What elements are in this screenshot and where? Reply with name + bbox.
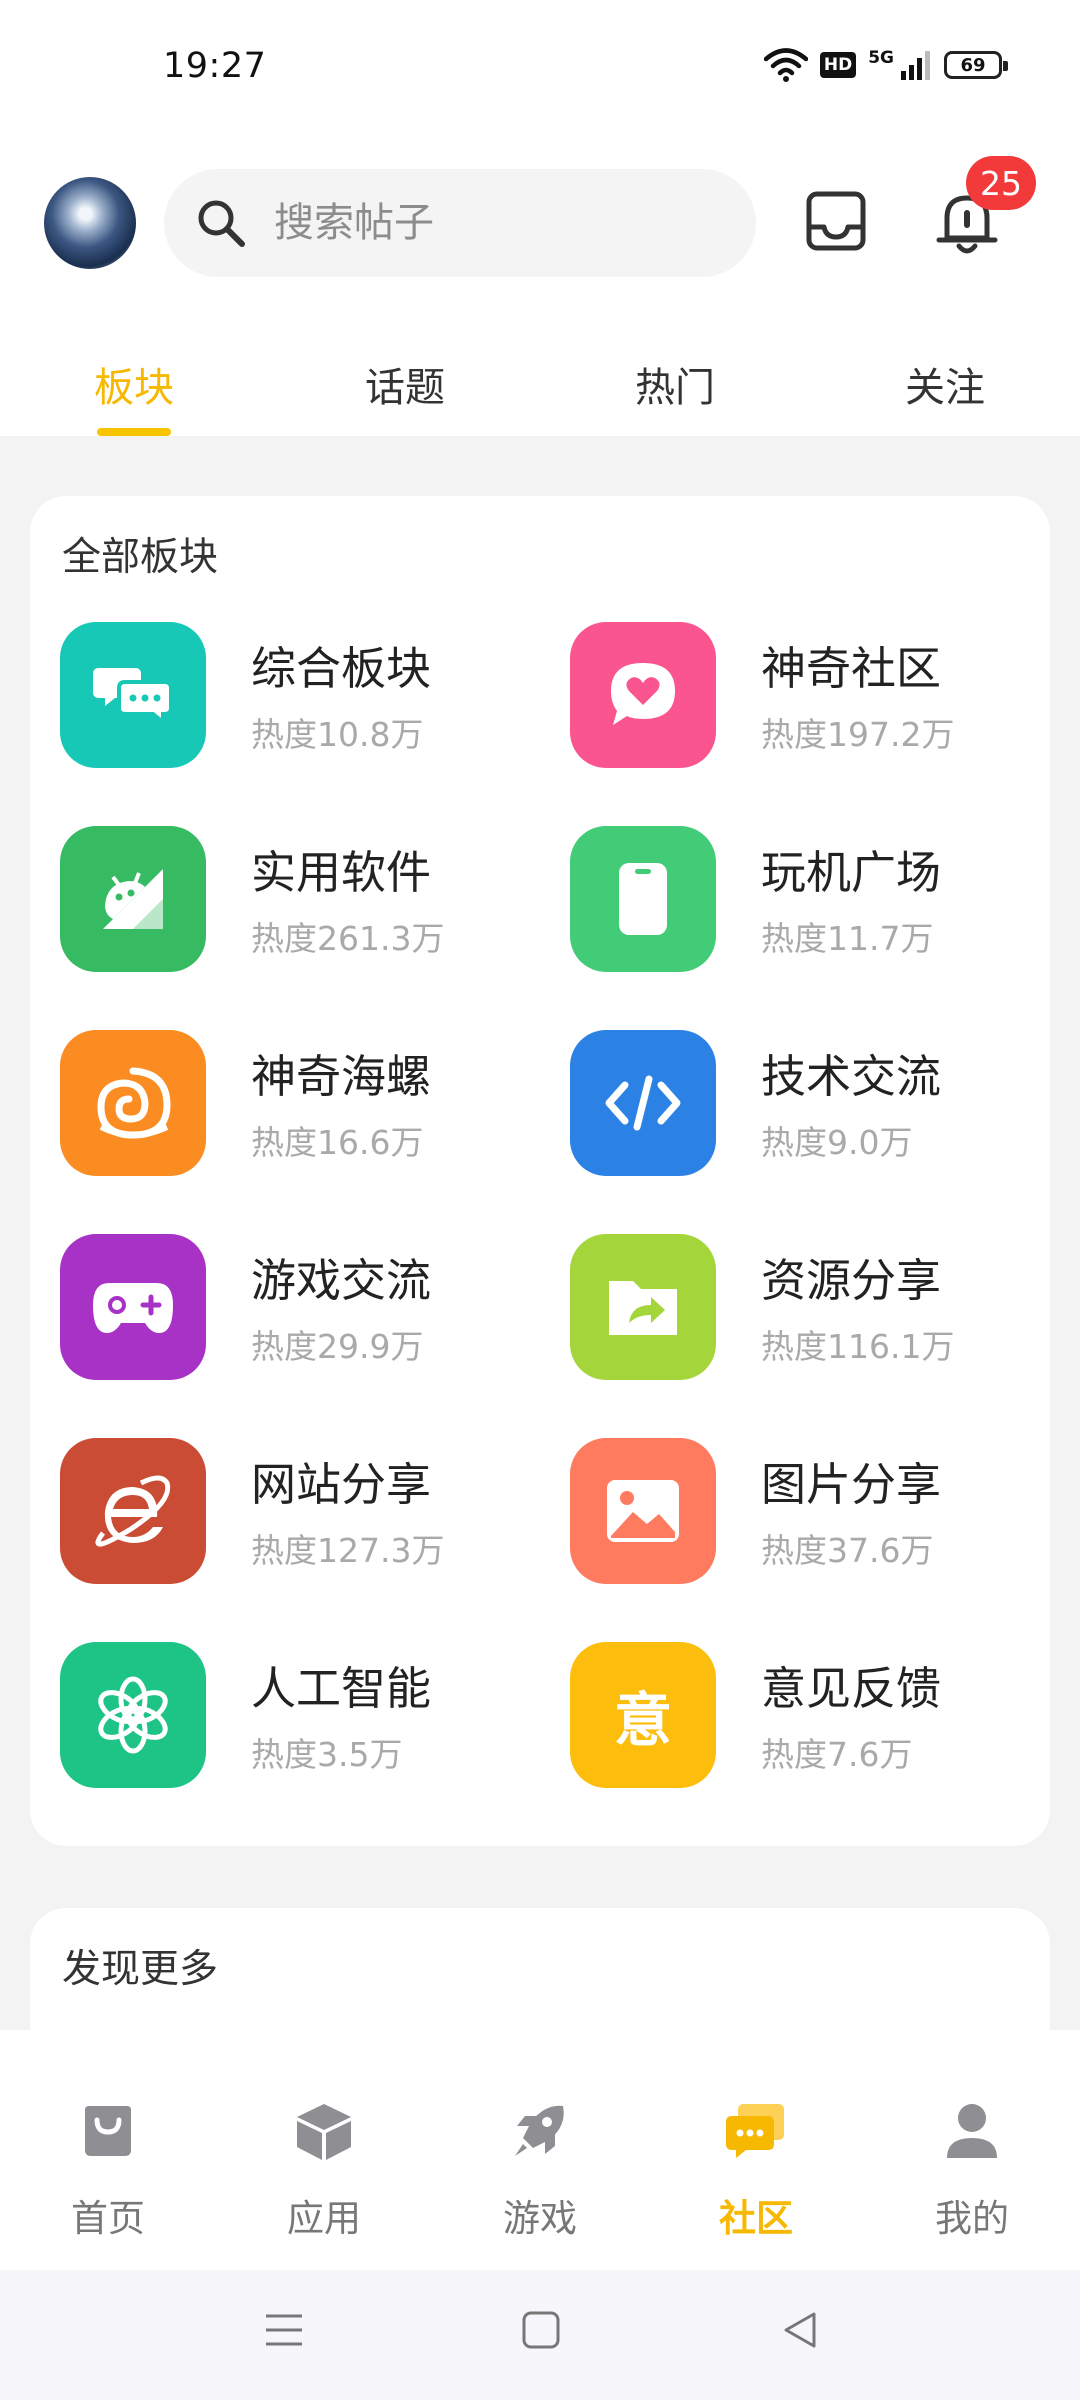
tab-following[interactable]: 关注	[875, 355, 1015, 413]
forum-name: 实用软件	[251, 846, 432, 899]
all-sections-card: 全部板块 综合板块 热度10.8万 神奇社区 热度197.2万 实用软件 热度2…	[30, 496, 1050, 1846]
forum-item[interactable]: 综合板块 热度10.8万	[60, 622, 540, 768]
code-icon	[570, 1030, 716, 1176]
search-icon	[198, 200, 245, 247]
search-input[interactable]	[272, 199, 716, 247]
cube-icon	[297, 2104, 351, 2160]
forum-item[interactable]: 意 意见反馈 热度7.6万	[570, 1642, 1050, 1788]
forum-heat: 热度10.8万	[251, 715, 424, 754]
active-tab-indicator	[97, 428, 171, 436]
section-title: 全部板块	[62, 535, 219, 580]
nav-community[interactable]: 社区	[676, 2086, 836, 2242]
bottom-nav: 首页 应用 游戏 社区 我的	[0, 2030, 1080, 2270]
rocket-icon	[515, 2105, 564, 2156]
forum-item[interactable]: 技术交流 热度9.0万	[570, 1030, 1050, 1176]
forum-item[interactable]: 网站分享 热度127.3万	[60, 1438, 540, 1584]
image-icon	[570, 1438, 716, 1584]
avatar[interactable]	[44, 177, 136, 269]
folder-share-icon	[570, 1234, 716, 1380]
phone-icon	[570, 826, 716, 972]
forum-heat: 热度37.6万	[761, 1531, 934, 1570]
tab-hot[interactable]: 热门	[605, 355, 745, 413]
menu-icon[interactable]	[264, 2310, 304, 2350]
browser-e-icon	[60, 1438, 206, 1584]
forum-name: 人工智能	[251, 1662, 432, 1715]
nav-label: 社区	[719, 2197, 793, 2240]
forum-name: 网站分享	[251, 1458, 432, 1511]
gamepad-icon	[60, 1234, 206, 1380]
home-square-icon[interactable]	[522, 2310, 560, 2350]
forum-heat: 热度16.6万	[251, 1123, 424, 1162]
android-icon	[60, 826, 206, 972]
community-chat-icon	[726, 2104, 784, 2158]
search-bar[interactable]	[164, 169, 756, 277]
forum-heat: 热度9.0万	[761, 1123, 913, 1162]
shell-icon	[60, 1030, 206, 1176]
forum-name: 玩机广场	[761, 846, 942, 899]
nav-games[interactable]: 游戏	[460, 2086, 620, 2242]
tab-sections[interactable]: 板块	[64, 355, 204, 413]
forum-heat: 热度116.1万	[761, 1327, 955, 1366]
forum-item[interactable]: 神奇海螺 热度16.6万	[60, 1030, 540, 1176]
forum-item[interactable]: 实用软件 热度261.3万	[60, 826, 540, 972]
forum-name: 意见反馈	[761, 1662, 942, 1715]
system-nav-bar	[0, 2270, 1080, 2400]
forum-heat: 热度127.3万	[251, 1531, 445, 1570]
back-icon[interactable]	[780, 2310, 820, 2350]
tab-topics[interactable]: 话题	[335, 355, 475, 413]
heart-bubble-icon	[570, 622, 716, 768]
forum-name: 综合板块	[251, 642, 432, 695]
forum-name: 神奇海螺	[251, 1050, 432, 1103]
status-icons: HD 5G 69	[763, 48, 1008, 82]
bag-icon	[85, 2106, 131, 2156]
nav-label: 首页	[71, 2197, 145, 2240]
person-icon	[947, 2104, 997, 2158]
forum-item[interactable]: 人工智能 热度3.5万	[60, 1642, 540, 1788]
inbox-icon[interactable]	[804, 189, 868, 253]
nav-label: 游戏	[503, 2197, 577, 2240]
forum-name: 神奇社区	[761, 642, 942, 695]
nav-apps[interactable]: 应用	[244, 2086, 404, 2242]
nav-label: 应用	[287, 2197, 361, 2240]
chat-bubbles-icon	[60, 622, 206, 768]
nav-label: 我的	[935, 2197, 1009, 2240]
forum-heat: 热度29.9万	[251, 1327, 424, 1366]
forum-heat: 热度7.6万	[761, 1735, 913, 1774]
notification-badge: 25	[966, 156, 1036, 210]
forum-item[interactable]: 资源分享 热度116.1万	[570, 1234, 1050, 1380]
section-title: 发现更多	[62, 1947, 219, 1992]
battery-icon: 69	[944, 51, 1008, 79]
network-type: 5G	[868, 48, 894, 68]
signal-icon	[901, 51, 930, 80]
wifi-icon	[763, 48, 808, 82]
forum-heat: 热度11.7万	[761, 919, 934, 958]
ai-knot-icon	[60, 1642, 206, 1788]
forum-name: 技术交流	[761, 1050, 942, 1103]
status-time: 19:27	[163, 46, 267, 86]
forum-name: 游戏交流	[251, 1254, 432, 1307]
feedback-icon: 意	[570, 1642, 716, 1788]
forum-heat: 热度261.3万	[251, 919, 445, 958]
forum-heat: 热度197.2万	[761, 715, 955, 754]
forum-item[interactable]: 图片分享 热度37.6万	[570, 1438, 1050, 1584]
forum-heat: 热度3.5万	[251, 1735, 403, 1774]
forum-item[interactable]: 玩机广场 热度11.7万	[570, 826, 1050, 972]
forum-item[interactable]: 游戏交流 热度29.9万	[60, 1234, 540, 1380]
hd-icon: HD	[819, 52, 857, 78]
nav-profile[interactable]: 我的	[892, 2086, 1052, 2242]
feedback-glyph: 意	[613, 1686, 672, 1754]
nav-home[interactable]: 首页	[28, 2086, 188, 2242]
forum-name: 资源分享	[761, 1254, 942, 1307]
forum-item[interactable]: 神奇社区 热度197.2万	[570, 622, 1050, 768]
forum-name: 图片分享	[761, 1458, 942, 1511]
